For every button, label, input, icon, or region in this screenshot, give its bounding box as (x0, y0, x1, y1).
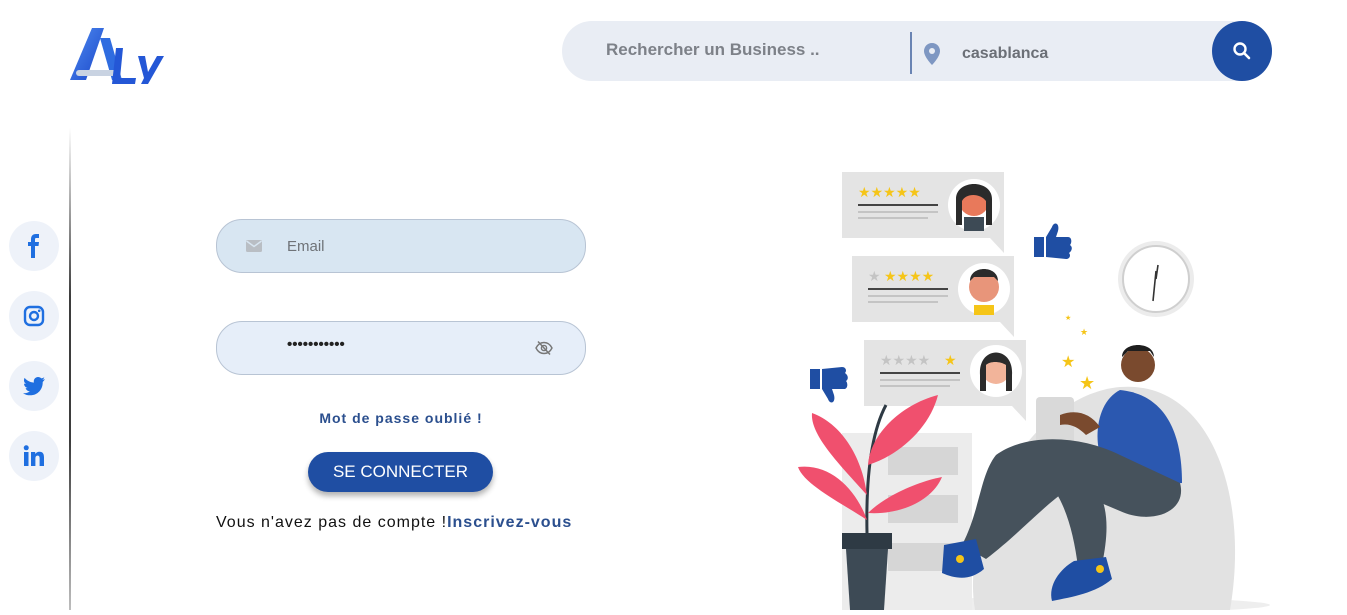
svg-text:★: ★ (1065, 314, 1071, 322)
location-pin-icon (922, 42, 942, 66)
instagram-link[interactable] (9, 291, 59, 341)
logo[interactable] (66, 22, 170, 92)
linkedin-link[interactable] (9, 431, 59, 481)
search-button[interactable] (1212, 21, 1272, 81)
business-search-input[interactable]: Rechercher un Business .. (606, 40, 906, 60)
password-field[interactable]: ••••••••••• (216, 321, 586, 375)
signup-prompt: Vous n'avez pas de compte !Inscrivez-vou… (216, 514, 572, 532)
password-value: ••••••••••• (287, 336, 345, 353)
email-field[interactable]: Email (216, 219, 586, 273)
reviews-illustration: ★★★★★ ★ ★★★★ ★★★★ ★ ★ ★ ★ ★ (790, 165, 1270, 615)
email-placeholder: Email (287, 238, 325, 255)
svg-text:★★★★: ★★★★ (884, 269, 934, 285)
svg-text:★★★★★: ★★★★★ (858, 185, 921, 201)
no-account-text: Vous n'avez pas de compte ! (216, 514, 448, 531)
search-divider (910, 32, 912, 74)
login-button[interactable]: SE CONNECTER (308, 452, 493, 492)
svg-text:★: ★ (944, 353, 957, 369)
twitter-link[interactable] (9, 361, 59, 411)
signup-link[interactable]: Inscrivez-vous (447, 514, 572, 531)
svg-text:★: ★ (868, 269, 881, 285)
mail-icon (245, 239, 263, 258)
forgot-password-link[interactable]: Mot de passe oublié ! (216, 410, 586, 426)
svg-text:★: ★ (1080, 328, 1088, 338)
location-input[interactable]: casablanca (962, 45, 1048, 63)
svg-text:★★★★: ★★★★ (880, 353, 930, 369)
eye-slash-icon[interactable] (535, 340, 553, 361)
svg-text:★: ★ (1079, 373, 1095, 394)
vertical-divider (69, 128, 71, 610)
search-bar: Rechercher un Business .. casablanca (562, 21, 1272, 81)
facebook-link[interactable] (9, 221, 59, 271)
svg-text:★: ★ (1061, 352, 1075, 371)
